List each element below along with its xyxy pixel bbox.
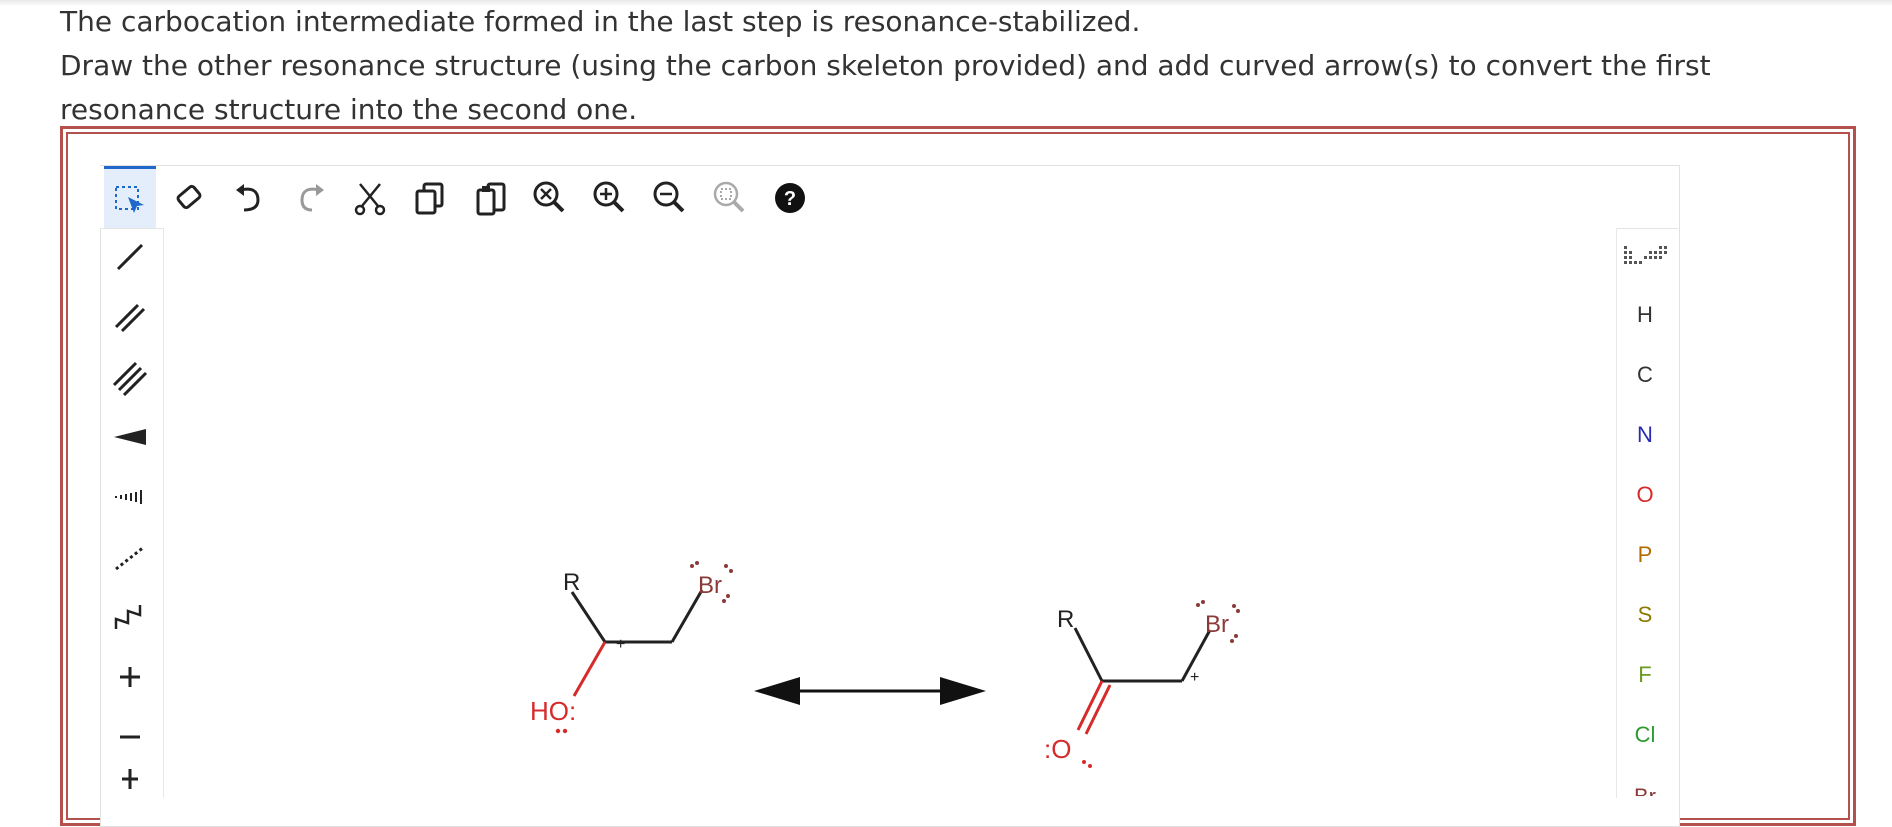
periodic-table-icon [1624, 246, 1667, 264]
right-r-label: R [1057, 606, 1074, 633]
periodic-table-button[interactable] [1615, 232, 1675, 282]
lone-pair-dot [695, 561, 699, 565]
right-br-label: Br [1205, 611, 1229, 638]
lone-pair-dot [1082, 760, 1086, 764]
lone-pair-dot [724, 564, 728, 568]
element-p-button[interactable]: P [1615, 530, 1675, 580]
lone-pair-dot [555, 728, 561, 734]
lone-pair-dot [1088, 764, 1092, 768]
lone-pair-dot [1232, 604, 1236, 608]
left-br-label: Br [698, 572, 722, 599]
right-structure[interactable]: R + :O Br [1044, 600, 1240, 768]
left-oh-label: HO: [530, 696, 576, 726]
bond [1073, 627, 1104, 682]
resonance-arrow [754, 677, 986, 705]
molecule-drawing: R + HO: Br R + :O Br [530, 561, 1240, 768]
lone-pair-dot [1230, 639, 1234, 643]
lone-pair-dot [729, 569, 733, 573]
lone-pair-dot [562, 728, 568, 734]
element-o-button[interactable]: O [1615, 470, 1675, 520]
lone-pair-dot [1196, 603, 1200, 607]
element-s-button[interactable]: S [1615, 590, 1675, 640]
lone-pair-dot [1234, 634, 1238, 638]
lone-pair-dot [1236, 609, 1240, 613]
element-h-button[interactable]: H [1615, 290, 1675, 340]
lone-pair-dot [726, 594, 730, 598]
lone-pair-dot [1201, 600, 1205, 604]
oxygen-bond [572, 641, 607, 697]
lone-pair-dot [722, 599, 726, 603]
element-cl-button[interactable]: Cl [1615, 710, 1675, 760]
right-o-label: :O [1044, 734, 1071, 764]
right-charge: + [1190, 669, 1199, 686]
bond [570, 591, 607, 643]
left-r-label: R [563, 569, 580, 596]
left-charge: + [616, 636, 625, 653]
lone-pair-dot [690, 564, 694, 568]
element-br-button[interactable]: Br [1615, 770, 1675, 796]
element-c-button[interactable]: C [1615, 350, 1675, 400]
left-structure[interactable]: R + HO: Br [530, 561, 733, 734]
element-n-button[interactable]: N [1615, 410, 1675, 460]
element-f-button[interactable]: F [1615, 650, 1675, 700]
